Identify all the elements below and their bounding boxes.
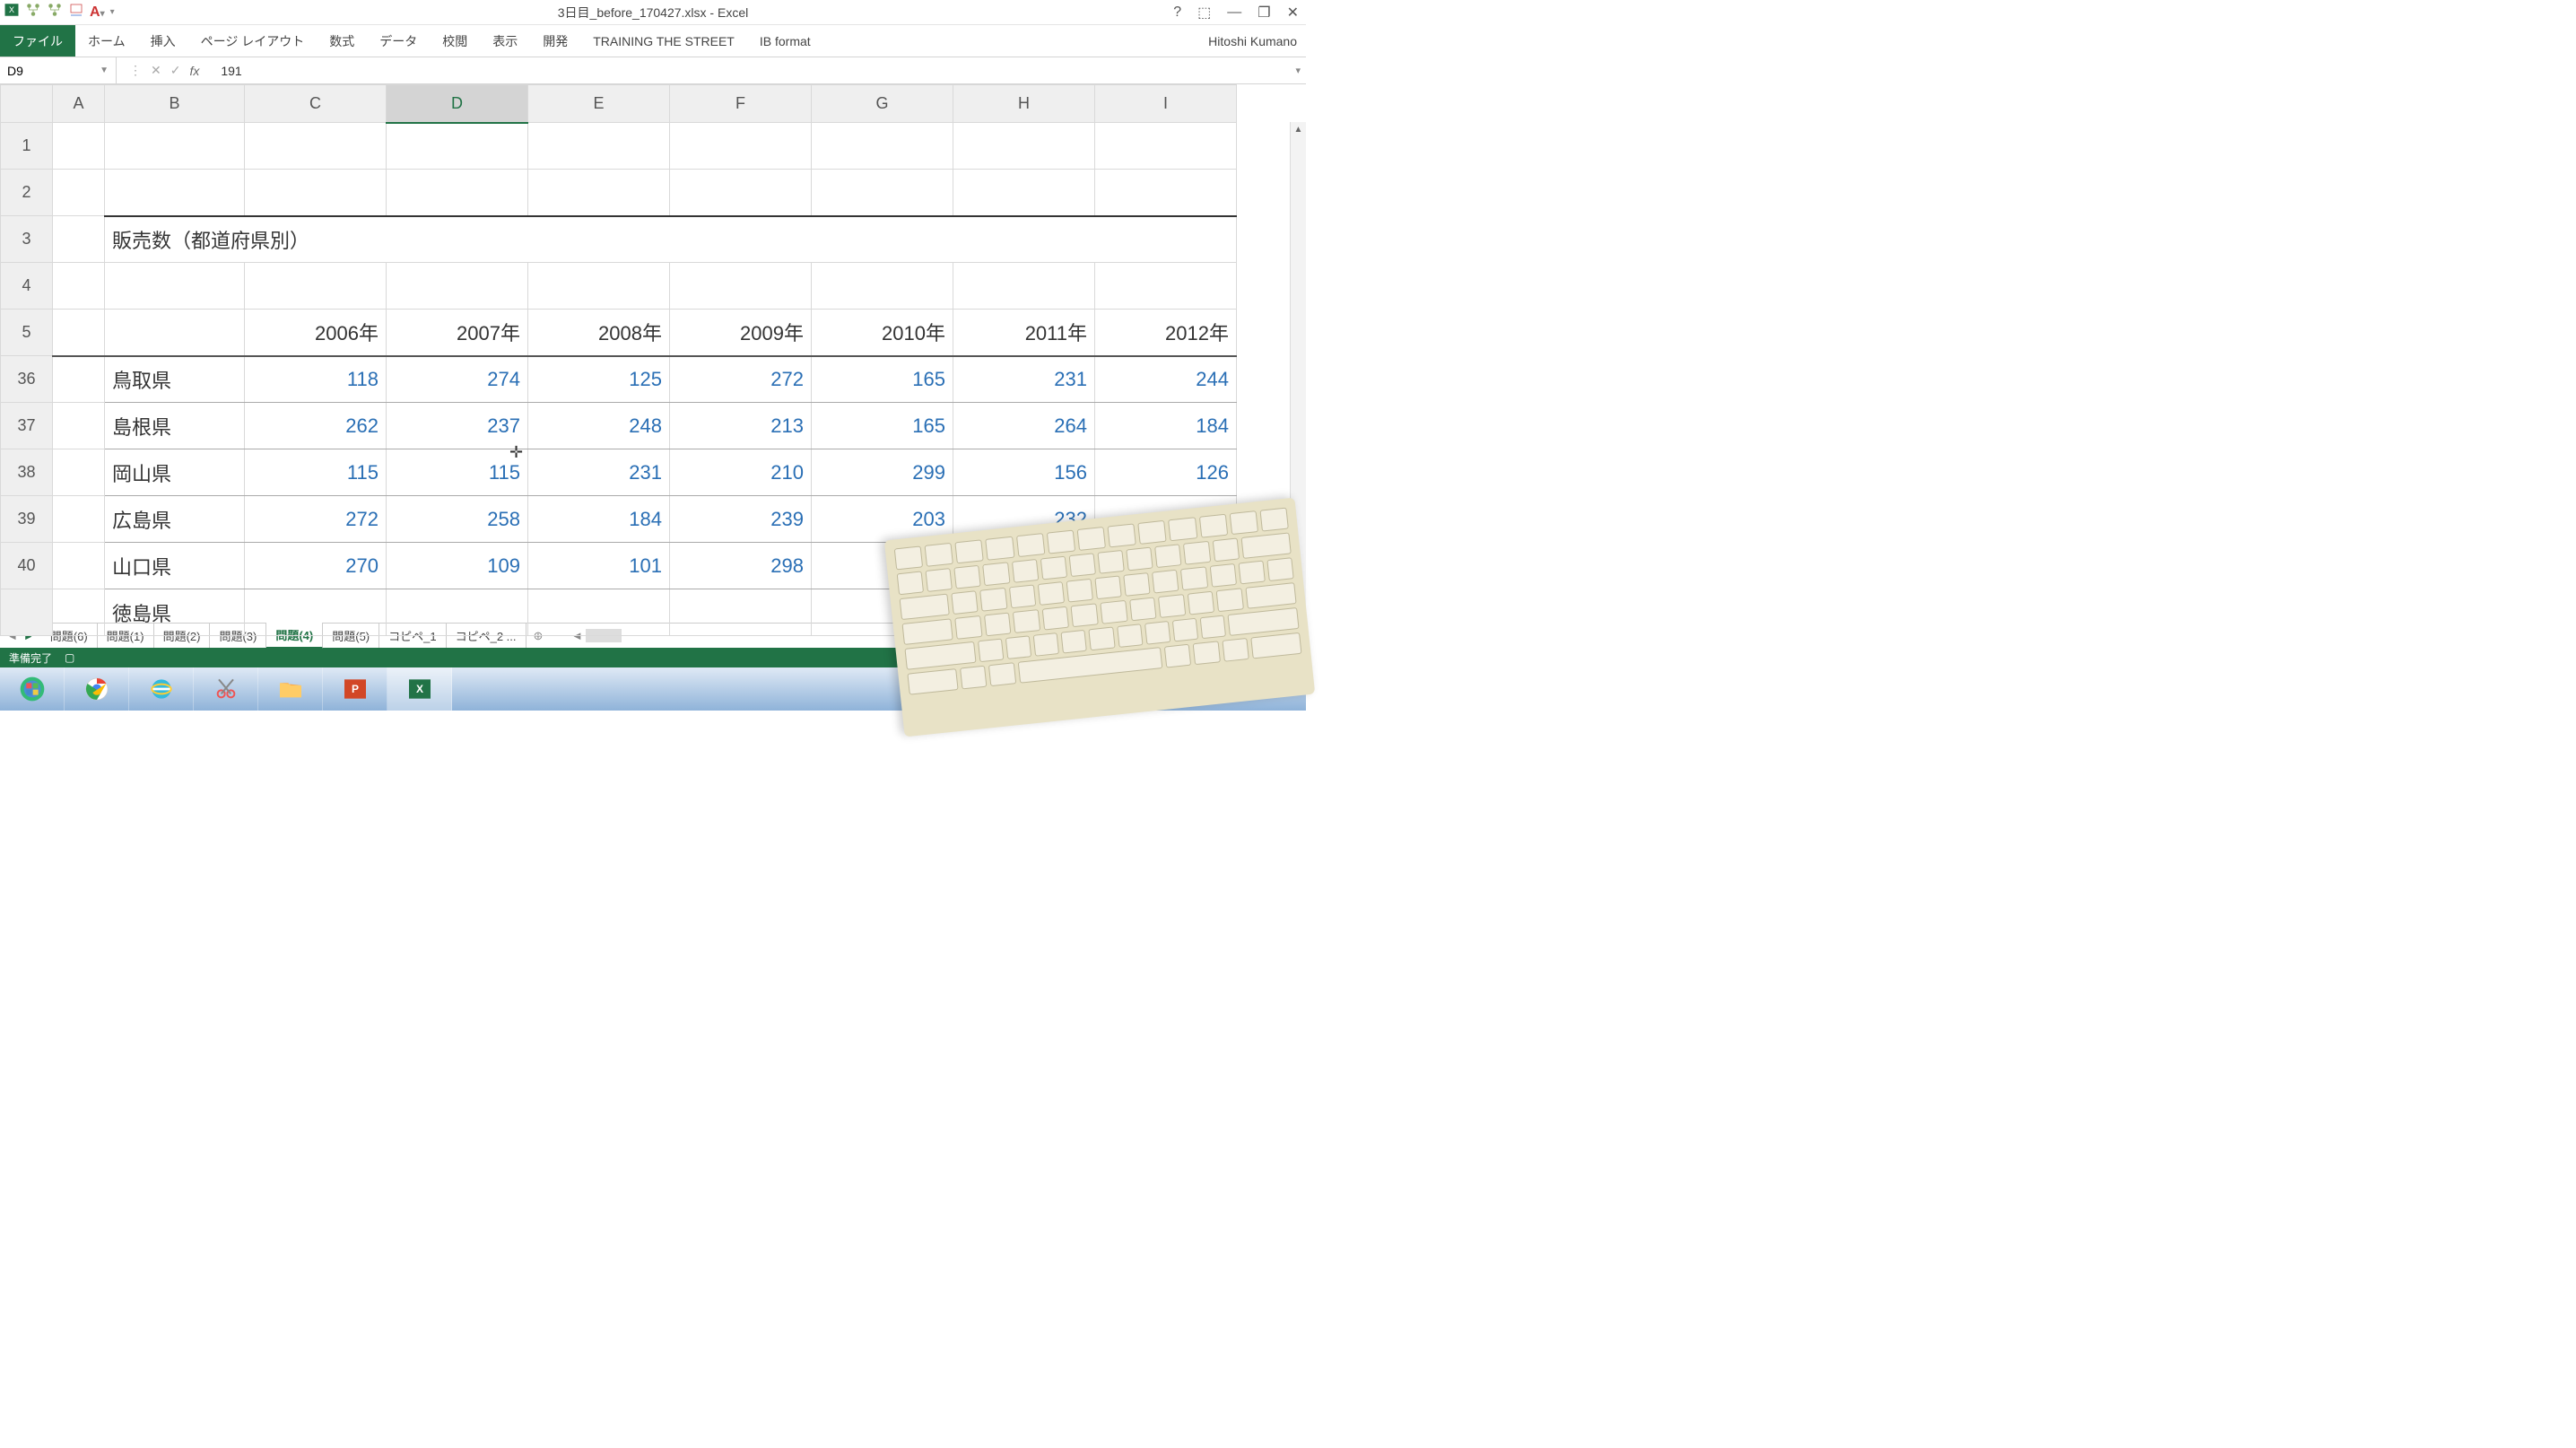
ribbon-tab-ibformat[interactable]: IB format <box>747 29 823 54</box>
chrome-icon[interactable] <box>65 667 129 711</box>
table-row[interactable]: 38岡山県115115231210299156126 <box>1 449 1237 496</box>
select-all-corner[interactable] <box>1 85 53 123</box>
excel-icon[interactable]: X <box>387 667 452 711</box>
pref-label[interactable]: 広島県 <box>105 496 245 543</box>
ribbon: ファイル ホーム 挿入 ページ レイアウト 数式 データ 校閲 表示 開発 TR… <box>0 25 1306 57</box>
restore-icon[interactable]: ❐ <box>1254 4 1274 22</box>
formula-expand-icon[interactable]: ▾ <box>1295 65 1306 76</box>
scroll-up-icon[interactable]: ▲ <box>1291 122 1306 138</box>
col-header-E[interactable]: E <box>528 85 670 123</box>
snipping-tool-icon[interactable] <box>194 667 258 711</box>
table-title[interactable]: 販売数（都道府県別） <box>105 216 1237 263</box>
qat-icon-2[interactable] <box>47 2 63 22</box>
ribbon-tab-page-layout[interactable]: ページ レイアウト <box>188 27 318 56</box>
table-row[interactable]: 37島根県262237248213165264184 <box>1 403 1237 449</box>
col-header-A[interactable]: A <box>53 85 105 123</box>
year-header[interactable]: 2008年 <box>528 310 670 356</box>
row-header[interactable]: 5 <box>1 310 53 356</box>
qat-icon-3[interactable] <box>68 2 84 22</box>
qat-font-color-icon[interactable]: A▾ <box>90 4 105 21</box>
table-row[interactable]: 36鳥取県118274125272165231244 <box>1 356 1237 403</box>
row-header[interactable]: 39 <box>1 496 53 543</box>
row-header[interactable]: 36 <box>1 356 53 403</box>
ribbon-tab-training[interactable]: TRAINING THE STREET <box>580 29 747 54</box>
col-header-D[interactable]: D <box>387 85 528 123</box>
row-header[interactable]: 3 <box>1 216 53 263</box>
name-box-dropdown-icon[interactable]: ▼ <box>100 65 109 75</box>
year-header[interactable]: 2006年 <box>245 310 387 356</box>
row-header[interactable]: 4 <box>1 263 53 310</box>
row-header[interactable]: 37 <box>1 403 53 449</box>
cell-reference: D9 <box>7 64 23 78</box>
col-header-H[interactable]: H <box>953 85 1095 123</box>
formula-value[interactable]: 191 <box>212 64 241 78</box>
formula-bar: D9 ▼ ⋮ ✕ ✓ fx 191 ▾ <box>0 57 1306 84</box>
excel-app-icon: X <box>4 2 20 22</box>
pref-label[interactable]: 山口県 <box>105 543 245 589</box>
year-header[interactable]: 2012年 <box>1095 310 1237 356</box>
row-header[interactable]: 40 <box>1 543 53 589</box>
cancel-icon[interactable]: ✕ <box>151 63 161 78</box>
name-box[interactable]: D9 ▼ <box>0 57 117 83</box>
file-tab[interactable]: ファイル <box>0 25 75 57</box>
year-header[interactable]: 2010年 <box>812 310 953 356</box>
ribbon-tab-developer[interactable]: 開発 <box>530 27 580 56</box>
row-header[interactable]: 1 <box>1 123 53 170</box>
quick-access-toolbar: X A▾ ▾ <box>0 2 115 22</box>
user-name[interactable]: Hitoshi Kumano <box>1208 34 1306 48</box>
ribbon-tab-home[interactable]: ホーム <box>75 27 138 56</box>
qat-icon-1[interactable] <box>25 2 41 22</box>
ie-icon[interactable] <box>129 667 194 711</box>
row-header[interactable] <box>1 589 53 636</box>
col-header-I[interactable]: I <box>1095 85 1237 123</box>
svg-text:X: X <box>415 683 422 695</box>
status-text: 準備完了 <box>9 650 52 666</box>
col-header-B[interactable]: B <box>105 85 245 123</box>
pref-label[interactable]: 鳥取県 <box>105 356 245 403</box>
powerpoint-icon[interactable]: P <box>323 667 387 711</box>
window-title: 3日目_before_170427.xlsx - Excel <box>558 4 748 22</box>
qat-more-icon[interactable]: ▾ <box>110 7 115 17</box>
pref-label[interactable]: 徳島県 <box>105 589 245 636</box>
ribbon-tab-data[interactable]: データ <box>367 27 430 56</box>
year-header[interactable]: 2011年 <box>953 310 1095 356</box>
row-header[interactable]: 38 <box>1 449 53 496</box>
start-button[interactable] <box>0 667 65 711</box>
minimize-icon[interactable]: — <box>1223 4 1245 21</box>
pref-label[interactable]: 岡山県 <box>105 449 245 496</box>
fx-icon[interactable]: fx <box>189 64 199 78</box>
dots-icon: ⋮ <box>129 63 142 78</box>
year-header[interactable]: 2007年 <box>387 310 528 356</box>
col-header-F[interactable]: F <box>670 85 812 123</box>
explorer-icon[interactable] <box>258 667 323 711</box>
row-header[interactable]: 2 <box>1 170 53 216</box>
pref-label[interactable]: 島根県 <box>105 403 245 449</box>
ribbon-tab-review[interactable]: 校閲 <box>430 27 480 56</box>
ribbon-tab-formulas[interactable]: 数式 <box>317 27 367 56</box>
year-header[interactable]: 2009年 <box>670 310 812 356</box>
ribbon-tab-view[interactable]: 表示 <box>480 27 530 56</box>
ribbon-tab-insert[interactable]: 挿入 <box>138 27 188 56</box>
col-header-C[interactable]: C <box>245 85 387 123</box>
enter-icon[interactable]: ✓ <box>170 63 181 78</box>
svg-text:X: X <box>9 5 14 14</box>
title-bar: X A▾ ▾ 3日目_before_170427.xlsx - Excel ? … <box>0 0 1306 25</box>
col-header-G[interactable]: G <box>812 85 953 123</box>
window-buttons: ? ⬚ — ❐ ✕ <box>1170 4 1302 22</box>
help-icon[interactable]: ? <box>1170 4 1185 21</box>
macro-record-icon[interactable]: ▢ <box>65 651 74 664</box>
ribbon-display-icon[interactable]: ⬚ <box>1194 4 1214 22</box>
formula-buttons: ⋮ ✕ ✓ fx <box>117 63 212 78</box>
svg-text:P: P <box>351 683 358 695</box>
column-headers-row: A B C D E F G H I <box>1 85 1237 123</box>
close-icon[interactable]: ✕ <box>1284 4 1302 22</box>
